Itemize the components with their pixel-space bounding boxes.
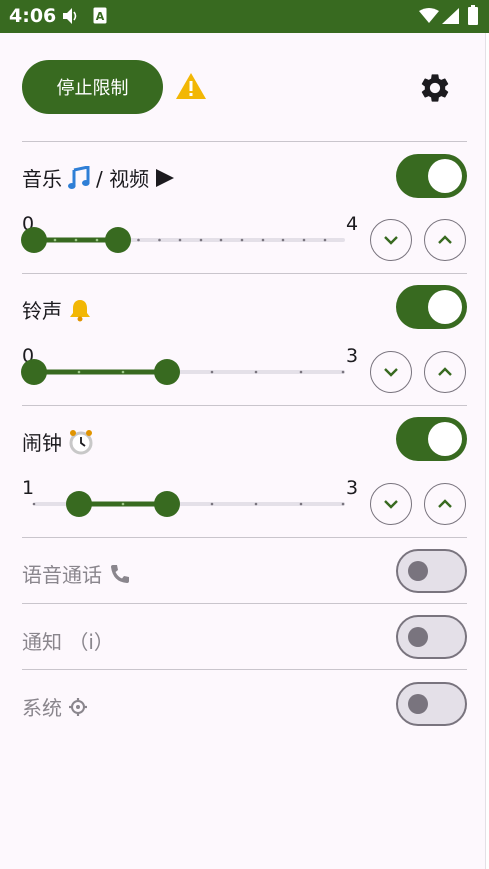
music-min-label: 0 (22, 213, 35, 235)
warning-icon[interactable] (175, 72, 207, 100)
notification-toggle[interactable] (396, 615, 467, 659)
alarm-volume-down-button[interactable] (370, 483, 412, 525)
music-volume-up-button[interactable] (424, 219, 466, 261)
divider (22, 273, 467, 274)
toggle-knob (408, 561, 428, 581)
divider (22, 537, 467, 538)
notification-label: 通知 （i） (22, 630, 114, 654)
music-label: 音乐 (22, 167, 62, 191)
system-label: 系统 (22, 696, 62, 720)
chevron-down-icon (384, 368, 398, 377)
toggle-knob (428, 290, 462, 324)
toggle-knob (428, 159, 462, 193)
toggle-knob (428, 422, 462, 456)
divider (22, 141, 467, 142)
video-label: / 视频 (96, 167, 150, 191)
chevron-up-icon (438, 499, 452, 508)
alarm-toggle[interactable] (396, 417, 467, 461)
system-title: 系统 (22, 692, 88, 721)
alarm-title: 闹钟 (22, 427, 94, 456)
toggle-knob (408, 627, 428, 647)
alarm-volume-up-button[interactable] (424, 483, 466, 525)
chevron-up-icon (438, 235, 452, 244)
ringtone-min-label: 0 (22, 345, 35, 367)
music-volume-down-button[interactable] (370, 219, 412, 261)
notification-title: 通知 （i） (22, 626, 114, 655)
voice-call-label: 语音通话 (22, 563, 102, 587)
svg-text:A: A (96, 10, 105, 23)
signal-icon (442, 8, 459, 24)
phone-icon (111, 564, 129, 583)
gear-icon[interactable] (418, 71, 452, 105)
chevron-down-icon (384, 236, 398, 245)
ringtone-toggle[interactable] (396, 285, 467, 329)
toggle-knob (408, 694, 428, 714)
notification-a-icon: A (93, 7, 107, 24)
ringtone-max-label: 3 (346, 345, 359, 367)
alarm-max-label: 3 (346, 477, 359, 499)
bell-icon (70, 299, 90, 321)
divider (22, 405, 467, 406)
ringtone-volume-up-button[interactable] (424, 351, 466, 393)
battery-icon (468, 5, 478, 25)
voice-call-toggle[interactable] (396, 549, 467, 593)
stop-restriction-button[interactable]: 停止限制 (22, 60, 163, 114)
alarm-min-label: 1 (22, 477, 35, 499)
play-icon (156, 168, 175, 187)
volume-icon (63, 8, 77, 24)
alarm-label: 闹钟 (22, 431, 62, 455)
voice-call-title: 语音通话 (22, 559, 132, 588)
music-video-toggle[interactable] (396, 154, 467, 198)
status-bar: 4:06 A (0, 0, 489, 33)
system-toggle[interactable] (396, 682, 467, 726)
music-max-label: 4 (346, 213, 359, 235)
screen-edge (485, 33, 489, 869)
chevron-down-icon (384, 500, 398, 509)
gear-small-icon (69, 697, 87, 716)
divider (22, 603, 467, 604)
divider (22, 669, 467, 670)
music-note-icon (68, 165, 90, 189)
wifi-icon (419, 8, 439, 23)
music-video-title: 音乐 / 视频 (22, 163, 175, 192)
ringtone-volume-down-button[interactable] (370, 351, 412, 393)
alarm-clock-icon (69, 429, 93, 454)
status-time: 4:06 (9, 5, 57, 27)
ringtone-title: 铃声 (22, 295, 92, 324)
chevron-up-icon (438, 367, 452, 376)
ringtone-label: 铃声 (22, 299, 62, 323)
